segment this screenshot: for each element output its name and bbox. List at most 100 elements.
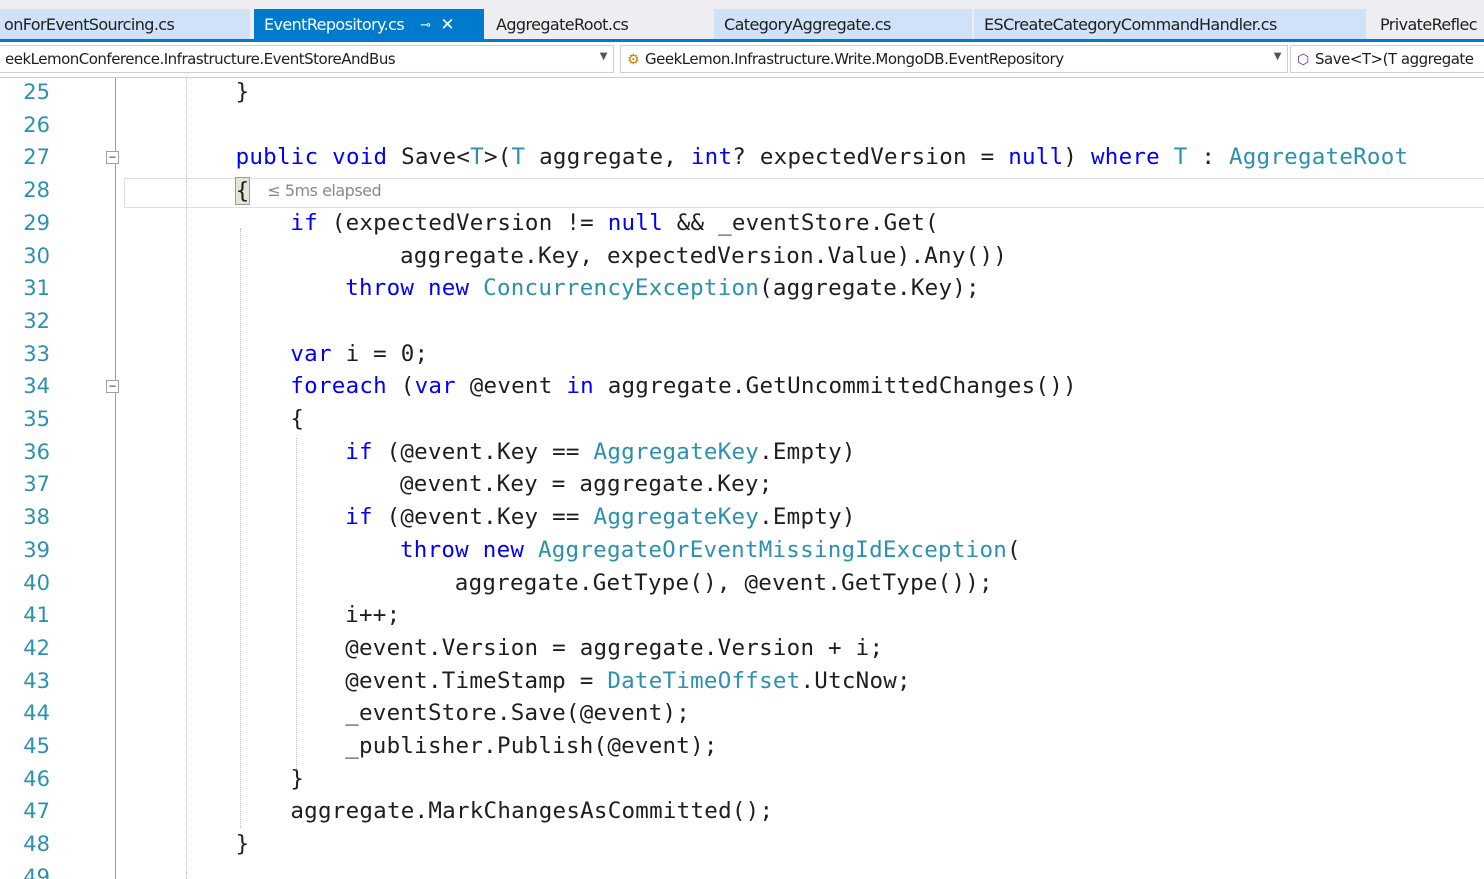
project-dropdown[interactable]: eekLemonConference.Infrastructure.EventS… bbox=[0, 45, 614, 73]
code-line: 29 if (expectedVersion != null && _eventS… bbox=[0, 207, 1484, 240]
tab-category-aggregate[interactable]: CategoryAggregate.cs bbox=[714, 9, 972, 39]
code-token: : bbox=[1187, 144, 1229, 171]
tab-label: ESCreateCategoryCommandHandler.cs bbox=[984, 15, 1277, 34]
tab-es-create-category-handler[interactable]: ESCreateCategoryCommandHandler.cs bbox=[974, 9, 1366, 39]
line-number: 28 bbox=[23, 178, 50, 203]
type-dropdown[interactable]: ⚙ GeekLemon.Infrastructure.Write.MongoDB.… bbox=[620, 45, 1288, 73]
code-editor[interactable]: 25} 26 27− public void Save<T>(T aggregate,… bbox=[0, 78, 1484, 879]
pin-icon[interactable]: ⊸ bbox=[420, 18, 431, 33]
perf-tip-hint[interactable]: ≤ 5ms elapsed bbox=[267, 181, 381, 200]
code-text: aggregate.MarkChangesAsCommitted(); bbox=[290, 795, 773, 828]
code-token: ( bbox=[386, 373, 415, 400]
line-number: 35 bbox=[23, 407, 50, 431]
code-line: 33 var i = 0; bbox=[0, 338, 1484, 371]
navigation-bar: eekLemonConference.Infrastructure.EventS… bbox=[0, 42, 1484, 78]
tab-private-reflection[interactable]: PrivateReflec bbox=[1370, 9, 1484, 39]
line-number: 36 bbox=[23, 439, 50, 464]
code-line: 41 i++; bbox=[0, 599, 1484, 632]
code-text: i++; bbox=[345, 599, 400, 632]
line-number: 38 bbox=[23, 505, 50, 530]
code-text: { bbox=[290, 403, 304, 436]
code-line: 39 throw new AggregateOrEventMissingIdExc… bbox=[0, 534, 1484, 567]
code-line: 40 aggregate.GetType(), @event.GetType())… bbox=[0, 567, 1484, 600]
code-line: 45 _publisher.Publish(@event); bbox=[0, 730, 1484, 763]
line-number: 31 bbox=[23, 276, 50, 301]
code-text: throw new AggregateOrEventMissingIdExcep… bbox=[400, 534, 1021, 567]
type-token: AggregateKey bbox=[593, 438, 760, 465]
code-line: 37 @event.Key = aggregate.Key; bbox=[0, 468, 1484, 501]
member-dropdown-label: Save<T>(T aggregate bbox=[1315, 50, 1474, 68]
keyword-token: void bbox=[332, 144, 388, 171]
code-line: 46} bbox=[0, 763, 1484, 796]
code-token: aggregate.GetType(), @event.GetType()); bbox=[454, 569, 993, 596]
keyword-token: var bbox=[290, 340, 332, 367]
keyword-token: if bbox=[345, 438, 373, 465]
member-dropdown[interactable]: ⬡ Save<T>(T aggregate bbox=[1290, 45, 1484, 73]
code-token: (@event.Key == bbox=[372, 504, 594, 531]
code-text: } bbox=[236, 828, 250, 861]
code-token: Save< bbox=[387, 144, 471, 171]
code-token: _publisher.Publish(@event); bbox=[345, 733, 718, 759]
type-token: AggregateKey bbox=[593, 504, 760, 531]
code-text: var i = 0; bbox=[290, 338, 428, 371]
tab-label: EventRepository.cs bbox=[264, 15, 405, 34]
keyword-token: if bbox=[290, 209, 318, 236]
code-text: } bbox=[236, 78, 250, 109]
project-dropdown-label: eekLemonConference.Infrastructure.EventS… bbox=[5, 50, 396, 68]
code-line: 49 bbox=[0, 861, 1484, 879]
code-line: 47 aggregate.MarkChangesAsCommitted(); bbox=[0, 795, 1484, 828]
class-icon: ⚙ bbox=[627, 52, 640, 68]
code-text: @event.TimeStamp = DateTimeOffset.UtcNow… bbox=[345, 665, 911, 698]
code-text: aggregate.GetType(), @event.GetType()); bbox=[455, 567, 993, 600]
code-text: aggregate.Key, expectedVersion.Value).An… bbox=[400, 240, 1007, 273]
code-token: (aggregate.Key); bbox=[759, 275, 980, 302]
code-text: if (expectedVersion != null && _eventSto… bbox=[290, 207, 938, 240]
code-token: .Empty) bbox=[759, 504, 856, 531]
line-number: 25 bbox=[23, 80, 50, 104]
code-line: 30 aggregate.Key, expectedVersion.Value).… bbox=[0, 240, 1484, 273]
line-number: 40 bbox=[23, 570, 50, 595]
line-number: 47 bbox=[23, 799, 50, 824]
tab-label: PrivateReflec bbox=[1380, 15, 1478, 34]
code-text: {≤ 5ms elapsed bbox=[234, 174, 382, 208]
code-token: && _eventStore.Get( bbox=[662, 209, 939, 236]
code-line: 38 if (@event.Key == AggregateKey.Empty) bbox=[0, 501, 1484, 534]
tab-event-repository[interactable]: EventRepository.cs ⊸ ✕ bbox=[254, 9, 484, 39]
code-token: >( bbox=[483, 144, 512, 171]
close-icon[interactable]: ✕ bbox=[440, 15, 454, 35]
tab-label: CategoryAggregate.cs bbox=[724, 15, 891, 34]
method-icon: ⬡ bbox=[1297, 52, 1309, 68]
type-token: AggregateOrEventMissingIdException bbox=[537, 536, 1008, 563]
code-text: if (@event.Key == AggregateKey.Empty) bbox=[345, 501, 855, 534]
tab-label: onForEventSourcing.cs bbox=[4, 15, 175, 34]
line-number: 37 bbox=[23, 472, 50, 497]
code-token: @event.Version = aggregate.Version + i; bbox=[345, 634, 884, 661]
line-number: 33 bbox=[23, 341, 50, 366]
line-number: 32 bbox=[23, 308, 50, 333]
code-token: } bbox=[235, 831, 250, 858]
code-text: } bbox=[290, 763, 304, 796]
keyword-token: new bbox=[482, 536, 525, 563]
keyword-token: throw bbox=[345, 275, 415, 302]
tab-label: AggregateRoot.cs bbox=[496, 15, 629, 34]
collapse-icon[interactable]: − bbox=[106, 151, 119, 165]
line-number: 42 bbox=[23, 635, 50, 660]
line-number: 39 bbox=[23, 537, 50, 562]
code-token: ? expectedVersion = bbox=[732, 144, 1009, 171]
code-line: 25} bbox=[0, 78, 1484, 109]
code-token: _eventStore.Save(@event); bbox=[345, 700, 691, 727]
line-number: 27 bbox=[23, 145, 50, 170]
type-token: DateTimeOffset bbox=[607, 667, 801, 694]
keyword-token: foreach bbox=[290, 373, 387, 400]
type-token: T bbox=[511, 144, 526, 171]
code-line: 32 bbox=[0, 305, 1484, 338]
tab-event-sourcing[interactable]: onForEventSourcing.cs bbox=[0, 9, 250, 39]
code-text: _eventStore.Save(@event); bbox=[345, 697, 690, 730]
code-token: { bbox=[290, 406, 305, 432]
tab-aggregate-root[interactable]: AggregateRoot.cs bbox=[486, 9, 714, 39]
collapse-icon[interactable]: − bbox=[106, 380, 119, 394]
code-token: } bbox=[235, 79, 250, 105]
chevron-down-icon: ▼ bbox=[1273, 51, 1282, 62]
